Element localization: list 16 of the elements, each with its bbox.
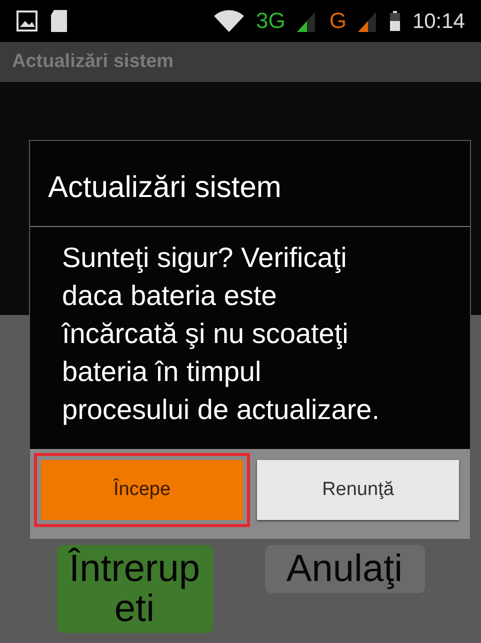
wifi-icon <box>214 9 244 33</box>
signal-icon <box>358 10 378 32</box>
background-button[interactable]: Întrerupeti <box>56 545 212 633</box>
background-button[interactable]: Anulaţi <box>264 545 424 593</box>
network-type: 3G <box>256 10 286 32</box>
image-icon <box>16 10 38 32</box>
clock: 10:14 <box>412 10 465 32</box>
dialog-button[interactable]: Renunţă <box>257 460 459 520</box>
signal-icon <box>297 10 318 32</box>
battery-icon <box>390 11 400 31</box>
app-title: Actualizări sistem <box>12 50 174 74</box>
sd-card-icon <box>50 9 68 33</box>
dialog-message: Sunteţi sigur? Verificaţi daca bateria este încărcată şi nu scoateţi bateria în timpul procesului de actualizare. <box>60 241 381 427</box>
dialog-button[interactable]: Începe <box>41 460 243 520</box>
dialog-title: Actualizări sistem <box>48 171 282 204</box>
network-type: G <box>329 10 346 32</box>
